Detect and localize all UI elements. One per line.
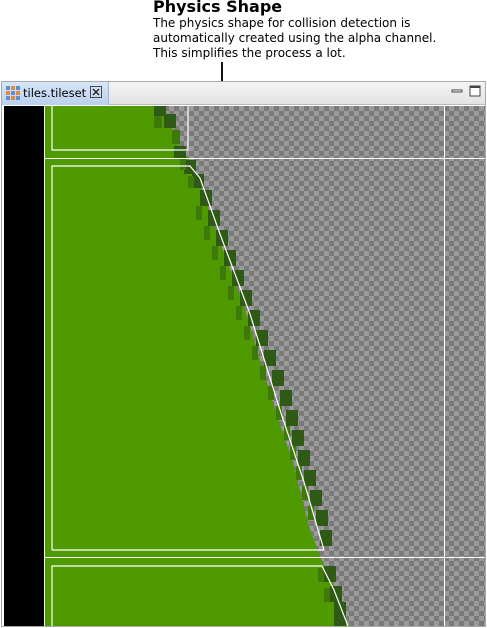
callout-title: Physics Shape bbox=[153, 0, 283, 16]
callout-text-line-1: The physics shape for collision detectio… bbox=[153, 16, 411, 30]
tileset-image bbox=[4, 106, 485, 626]
tab-tiles-tileset[interactable]: tiles.tileset bbox=[2, 82, 109, 105]
editor-tab-bar: tiles.tileset bbox=[2, 82, 485, 105]
screenshot-root: Physics Shape The physics shape for coll… bbox=[0, 0, 487, 628]
tileset-canvas[interactable] bbox=[4, 106, 485, 626]
close-icon[interactable] bbox=[90, 86, 102, 98]
callout-text-line-2: automatically created using the alpha ch… bbox=[153, 31, 437, 45]
tileset-grid-icon bbox=[6, 86, 20, 100]
minimize-icon[interactable] bbox=[451, 85, 463, 97]
maximize-icon[interactable] bbox=[469, 85, 481, 97]
callout-text-line-3: This simplifies the process a lot. bbox=[153, 46, 346, 60]
tab-label: tiles.tileset bbox=[23, 86, 87, 100]
tileset-editor-panel: tiles.tileset bbox=[1, 81, 486, 627]
